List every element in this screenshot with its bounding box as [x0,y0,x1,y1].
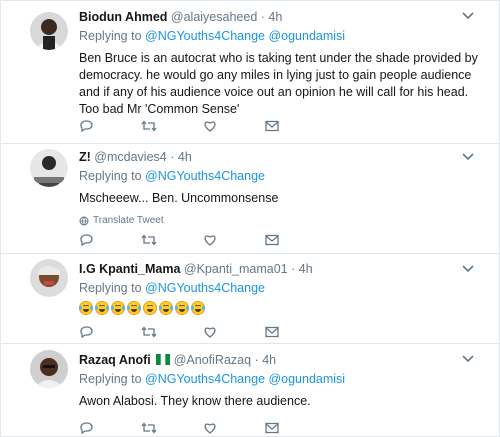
like-icon[interactable] [203,232,265,248]
chevron-down-icon[interactable] [461,151,475,163]
retweet-icon[interactable] [141,232,203,248]
mention-link[interactable]: @NGYouths4Change [145,281,265,295]
separator: · [254,353,259,367]
reply-icon[interactable] [79,118,141,134]
avatar[interactable] [30,259,68,297]
joy-emoji-icon [175,301,189,315]
like-icon[interactable] [203,420,265,436]
timestamp[interactable]: 4h [178,150,192,164]
chevron-down-icon[interactable] [461,263,475,275]
tweet[interactable]: Z! @mcdavies4 · 4h Replying to @NGYouths… [1,144,499,254]
like-icon[interactable] [203,324,265,340]
tweet-text: Awon Alabosi. They know there audience. [79,394,311,408]
joy-emoji-icon [159,301,173,315]
message-icon[interactable] [265,118,327,134]
like-icon[interactable] [203,118,265,134]
emoji-row [79,301,485,315]
replying-prefix: Replying to [79,372,142,386]
tweet-header: Z! @mcdavies4 · 4h [79,149,485,165]
translate-tweet-link[interactable]: Translate Tweet [79,215,485,226]
nigeria-flag-icon [156,354,171,365]
retweet-icon[interactable] [141,118,203,134]
tweet-text: Ben Bruce is an autocrat who is taking t… [79,51,478,116]
timestamp[interactable]: 4h [299,262,313,276]
replying-prefix: Replying to [79,281,142,295]
replying-to: Replying to @NGYouths4Change @ogundamisi [79,371,485,387]
display-name[interactable]: Z! [79,150,91,164]
reply-icon[interactable] [79,420,141,436]
replying-prefix: Replying to [79,29,142,43]
joy-emoji-icon [95,301,109,315]
display-name[interactable]: I.G Kpanti_Mama [79,262,180,276]
separator: · [170,150,175,164]
avatar[interactable] [30,149,68,187]
tweet[interactable]: Razaq Anofi @AnofiRazaq · 4h Replying to… [1,344,499,437]
retweet-icon[interactable] [141,420,203,436]
message-icon[interactable] [265,420,327,436]
avatar[interactable] [30,350,68,388]
message-icon[interactable] [265,324,327,340]
replying-to: Replying to @NGYouths4Change @ogundamisi [79,28,485,44]
globe-icon [79,216,89,226]
translate-label[interactable]: Translate Tweet [93,215,164,226]
chevron-down-icon[interactable] [461,353,475,365]
tweet-actions [79,232,327,248]
tweet-header: Razaq Anofi @AnofiRazaq · 4h [79,352,485,368]
message-icon[interactable] [265,232,327,248]
user-handle[interactable]: @mcdavies4 [94,150,166,164]
tweet[interactable]: I.G Kpanti_Mama @Kpanti_mama01 · 4h Repl… [1,254,499,344]
display-name[interactable]: Biodun Ahmed [79,10,167,24]
chevron-down-icon[interactable] [461,10,475,22]
replying-prefix: Replying to [79,169,142,183]
timestamp[interactable]: 4h [262,353,276,367]
replying-to: Replying to @NGYouths4Change [79,280,485,296]
tweet-header: I.G Kpanti_Mama @Kpanti_mama01 · 4h [79,261,485,277]
separator: · [260,10,265,24]
tweet-actions [79,420,327,436]
timestamp[interactable]: 4h [268,10,282,24]
tweet-actions [79,118,327,134]
mention-link[interactable]: @NGYouths4Change [145,169,265,183]
mention-link[interactable]: @NGYouths4Change [145,372,265,386]
joy-emoji-icon [127,301,141,315]
smile-emoji-icon [143,301,157,315]
mention-link[interactable]: @ogundamisi [268,29,345,43]
tweet-actions [79,324,327,340]
joy-emoji-icon [79,301,93,315]
mention-link[interactable]: @NGYouths4Change [145,29,265,43]
user-handle[interactable]: @alaiyesaheed [171,10,257,24]
joy-emoji-icon [111,301,125,315]
tweet[interactable]: Biodun Ahmed @alaiyesaheed · 4h Replying… [1,0,499,144]
reply-icon[interactable] [79,324,141,340]
tweet-header: Biodun Ahmed @alaiyesaheed · 4h [79,9,485,25]
user-handle[interactable]: @AnofiRazaq [174,353,251,367]
reply-icon[interactable] [79,232,141,248]
display-name[interactable]: Razaq Anofi [79,353,151,367]
separator: · [291,262,296,276]
user-handle[interactable]: @Kpanti_mama01 [184,262,288,276]
tweet-text: Mscheeew... Ben. Uncommonsense [79,191,279,205]
joy-emoji-icon [191,301,205,315]
mention-link[interactable]: @ogundamisi [268,372,345,386]
replying-to: Replying to @NGYouths4Change [79,168,485,184]
retweet-icon[interactable] [141,324,203,340]
avatar[interactable] [30,12,68,50]
